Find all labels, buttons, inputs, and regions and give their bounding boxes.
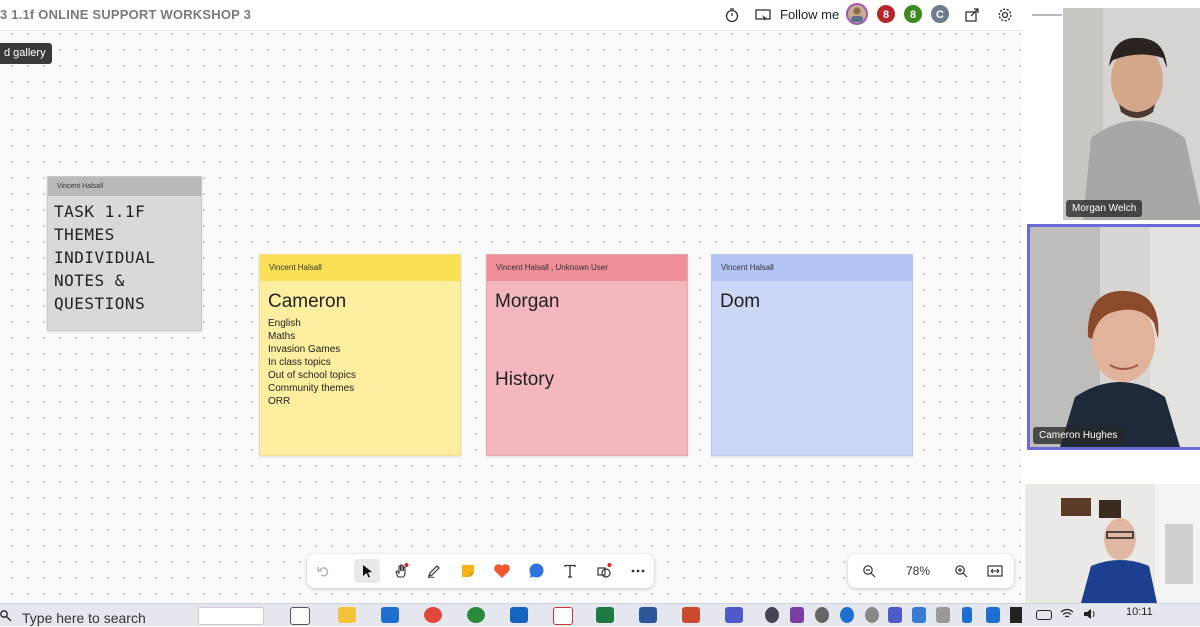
zoom-controls: 78% [848, 554, 1014, 588]
whiteboard-header: 3 1.1f ONLINE SUPPORT WORKSHOP 3 Follow … [0, 0, 1022, 31]
app-icon[interactable] [467, 607, 485, 623]
file-explorer-icon[interactable] [338, 607, 356, 623]
task-view-icon[interactable] [290, 607, 310, 625]
undo-icon[interactable] [310, 559, 336, 583]
avatar-badge[interactable]: C [929, 3, 951, 25]
participant-video [1025, 484, 1200, 603]
list-item: Invasion Games [268, 344, 341, 355]
note-handwriting: TASK 1.1F THEMES INDIVIDUAL NOTES & QUES… [48, 196, 201, 319]
settings-gear-icon[interactable] [994, 4, 1016, 26]
note-author: Vincent Halsall , Unknown User [487, 255, 687, 281]
participant-name: Cameron Hughes [1033, 427, 1124, 444]
tray-icon[interactable] [912, 607, 926, 623]
list-item: Out of school topics [268, 370, 356, 381]
note-line: QUESTIONS [54, 294, 146, 313]
sticky-note-morgan[interactable]: Vincent Halsall , Unknown User Morgan Hi… [486, 254, 688, 456]
participant-video-panel: Morgan Welch Cameron Hughes [1022, 0, 1200, 603]
avatar-badge[interactable]: 8 [902, 3, 924, 25]
note-list: English Maths Invasion Games In class to… [260, 317, 460, 408]
excel-icon[interactable] [596, 607, 614, 623]
board-title: 3 1.1f ONLINE SUPPORT WORKSHOP 3 [0, 7, 252, 22]
wifi-icon[interactable] [1060, 607, 1074, 623]
user-photo-avatar[interactable] [846, 3, 868, 25]
note-subtitle: History [495, 369, 555, 390]
more-icon[interactable] [625, 559, 651, 583]
fit-to-screen-icon[interactable] [982, 559, 1008, 583]
tray-icon[interactable] [840, 607, 854, 623]
avatar-badge[interactable]: 8 [875, 3, 897, 25]
onenote-icon[interactable] [790, 607, 804, 623]
whiteboard-canvas[interactable]: 3 1.1f ONLINE SUPPORT WORKSHOP 3 Follow … [0, 0, 1022, 603]
video-tile-participant[interactable] [1025, 484, 1200, 603]
note-line: TASK 1.1F [54, 202, 146, 221]
note-author: Vincent Halsall [48, 177, 201, 196]
share-icon[interactable] [961, 4, 983, 26]
search-icon[interactable] [0, 609, 12, 622]
video-tile-morgan-welch[interactable]: Morgan Welch [1063, 8, 1200, 220]
word-icon[interactable] [639, 607, 657, 623]
sticky-note-icon[interactable] [455, 559, 481, 583]
volume-icon[interactable] [1083, 607, 1097, 623]
sticky-note-cameron[interactable]: Vincent Halsall Cameron English Maths In… [259, 254, 461, 456]
gallery-tooltip: d gallery [0, 43, 52, 64]
note-author: Vincent Halsall [260, 255, 460, 281]
list-item: Maths [268, 331, 296, 342]
taskbar-clock[interactable]: 10:11 [1126, 606, 1153, 618]
participant-video [1063, 8, 1200, 220]
follow-me-button[interactable]: Follow me [780, 7, 839, 22]
shapes-icon[interactable] [591, 559, 617, 583]
tray-icon[interactable] [815, 607, 829, 623]
tray-icon[interactable] [1010, 607, 1022, 623]
note-line: INDIVIDUAL [54, 248, 156, 267]
comment-icon[interactable] [523, 559, 549, 583]
video-tile-cameron-hughes[interactable]: Cameron Hughes [1027, 224, 1200, 450]
outlook-icon[interactable] [381, 607, 399, 623]
note-line: THEMES [54, 225, 115, 244]
bluetooth-icon[interactable] [962, 607, 972, 623]
windows-taskbar: Type here to search 10:11 [0, 603, 1200, 626]
reaction-heart-icon[interactable] [489, 559, 515, 583]
text-icon[interactable] [557, 559, 583, 583]
security-shield-icon[interactable] [986, 607, 1000, 623]
pen-icon[interactable] [421, 559, 447, 583]
zoom-in-icon[interactable] [948, 559, 974, 583]
list-item: Community themes [268, 383, 355, 394]
participant-video [1030, 227, 1200, 447]
note-title: Morgan [495, 291, 560, 312]
list-item: ORR [268, 396, 291, 407]
hand-icon[interactable] [388, 559, 414, 583]
battery-icon[interactable] [1036, 610, 1052, 620]
news-widget-icon[interactable] [198, 607, 264, 625]
list-item: In class topics [268, 357, 331, 368]
list-item: English [268, 318, 301, 329]
note-line: NOTES & [54, 271, 125, 290]
app-icon[interactable] [553, 607, 573, 625]
powerpoint-icon[interactable] [682, 607, 700, 623]
note-title: Dom [720, 291, 761, 312]
teams-icon[interactable] [725, 607, 743, 623]
zoom-level: 78% [905, 564, 931, 578]
tray-icon[interactable] [936, 607, 950, 623]
tray-icon[interactable] [765, 607, 779, 623]
sticky-note-task[interactable]: Vincent Halsall TASK 1.1F THEMES INDIVID… [47, 176, 202, 331]
whiteboard-toolbar [307, 554, 654, 588]
participant-name: Morgan Welch [1066, 200, 1143, 217]
zoom-out-icon[interactable] [856, 559, 882, 583]
outlook-icon[interactable] [510, 607, 528, 623]
sticky-note-dom[interactable]: Vincent Halsall Dom [711, 254, 913, 456]
taskbar-search-input[interactable]: Type here to search [22, 610, 146, 626]
panel-divider [1032, 14, 1062, 16]
teams-icon[interactable] [888, 607, 902, 623]
cloud-icon[interactable] [865, 607, 879, 623]
select-icon[interactable] [354, 559, 380, 583]
follow-me-icon[interactable] [752, 4, 774, 26]
note-title: Cameron [268, 291, 347, 312]
timer-icon[interactable] [721, 4, 743, 26]
note-author: Vincent Halsall [712, 255, 912, 281]
chrome-icon[interactable] [424, 607, 442, 623]
